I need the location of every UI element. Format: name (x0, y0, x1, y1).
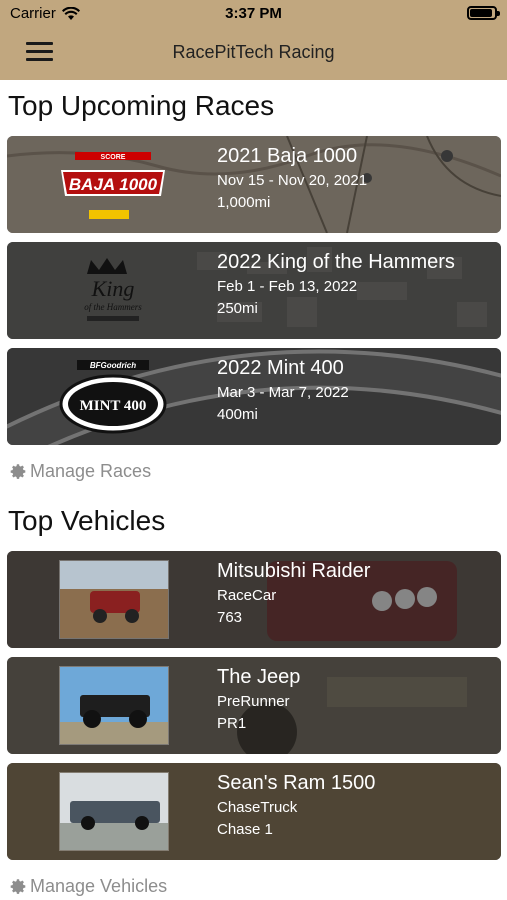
race-distance: 400mi (217, 406, 258, 423)
manage-races-label: Manage Races (30, 461, 152, 481)
vehicle-number: 763 (217, 609, 243, 626)
top-bar: Carrier 3:37 PM RacePitTech Racing (0, 0, 507, 80)
svg-text:BFGoodrich: BFGoodrich (90, 361, 136, 370)
gear-icon (10, 879, 26, 894)
vehicle-card-mitsubishi-raider[interactable]: Mitsubishi Raider RaceCar 763 (7, 551, 501, 648)
race-card-mint-400[interactable]: BFGoodrich MINT 400 2022 Mint 400 Mar 3 … (7, 348, 501, 445)
vehicle-info: Sean's Ram 1500 ChaseTruck Chase 1 (217, 771, 375, 841)
manage-races-button[interactable]: Manage Races (10, 461, 151, 482)
mint-400-logo: BFGoodrich MINT 400 (59, 360, 167, 434)
vehicle-number: Chase 1 (217, 821, 273, 838)
race-info: 2022 Mint 400 Mar 3 - Mar 7, 2022 400mi (217, 356, 349, 426)
svg-text:of the Hammers: of the Hammers (84, 302, 142, 312)
baja-1000-logo: SCORE BAJA 1000 (61, 152, 165, 219)
vehicle-name: The Jeep (217, 666, 301, 688)
vehicle-card-the-jeep[interactable]: The Jeep PreRunner PR1 (7, 657, 501, 754)
race-name: 2022 Mint 400 (217, 357, 344, 379)
race-dates: Mar 3 - Mar 7, 2022 (217, 384, 349, 401)
manage-vehicles-button[interactable]: Manage Vehicles (10, 876, 167, 897)
battery-icon (467, 6, 500, 20)
svg-text:BAJA 1000: BAJA 1000 (69, 175, 158, 194)
vehicles-section-title: Top Vehicles (8, 505, 166, 536)
race-card-king-of-the-hammers[interactable]: King of the Hammers 2022 King of the Ham… (7, 242, 501, 339)
race-dates: Nov 15 - Nov 20, 2021 (217, 172, 368, 189)
race-distance: 1,000mi (217, 194, 271, 211)
race-info: 2021 Baja 1000 Nov 15 - Nov 20, 2021 1,0… (217, 144, 367, 214)
race-name: 2021 Baja 1000 (217, 145, 358, 167)
vehicle-type: ChaseTruck (217, 799, 298, 816)
manage-vehicles-label: Manage Vehicles (30, 876, 168, 896)
status-time: 3:37 PM (225, 5, 282, 22)
gear-icon (10, 464, 26, 479)
navigation-bar: RacePitTech Racing (0, 30, 507, 74)
race-dates: Feb 1 - Feb 13, 2022 (217, 278, 358, 295)
race-card-baja[interactable]: SCORE BAJA 1000 2021 Baja 1000 Nov 15 - … (7, 136, 501, 233)
svg-text:King: King (91, 276, 135, 301)
race-info: 2022 King of the Hammers Feb 1 - Feb 13,… (217, 250, 455, 320)
race-name: 2022 King of the Hammers (217, 251, 455, 273)
vehicle-type: RaceCar (217, 587, 277, 604)
vehicle-thumbnail (59, 666, 169, 745)
svg-text:SCORE: SCORE (101, 154, 126, 161)
vehicle-info: Mitsubishi Raider RaceCar 763 (217, 559, 370, 629)
vehicle-thumbnail (59, 772, 169, 851)
vehicle-type: PreRunner (217, 693, 290, 710)
nav-title: RacePitTech Racing (172, 42, 335, 62)
vehicle-info: The Jeep PreRunner PR1 (217, 665, 300, 735)
vehicle-thumbnail (59, 560, 169, 639)
svg-text:MINT 400: MINT 400 (80, 398, 147, 414)
vehicle-name: Sean's Ram 1500 (217, 772, 376, 794)
race-distance: 250mi (217, 300, 258, 317)
races-section-title: Top Upcoming Races (8, 90, 275, 121)
status-bar: Carrier 3:37 PM (0, 0, 507, 28)
vehicle-number: PR1 (217, 715, 247, 732)
king-of-the-hammers-logo: King of the Hammers (84, 258, 142, 321)
vehicle-card-seans-ram-1500[interactable]: Sean's Ram 1500 ChaseTruck Chase 1 (7, 763, 501, 860)
vehicle-name: Mitsubishi Raider (217, 560, 371, 582)
